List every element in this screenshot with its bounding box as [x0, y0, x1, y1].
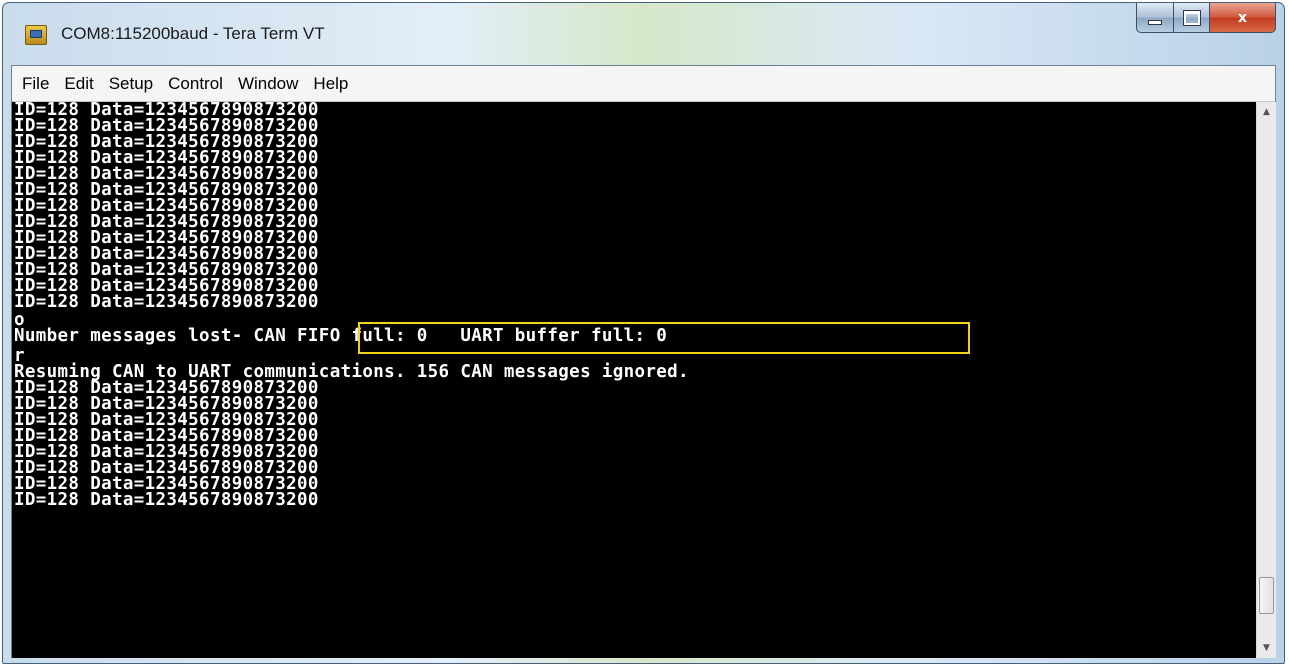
tera-term-icon[interactable] [25, 25, 47, 45]
terminal-output[interactable]: ID=128 Data=1234567890873200 ID=128 Data… [12, 102, 1256, 658]
close-icon: x [1237, 9, 1248, 26]
title-bar[interactable]: COM8:115200baud - Tera Term VT x [3, 3, 1284, 65]
scroll-up-icon[interactable]: ▲ [1257, 102, 1276, 122]
menu-edit[interactable]: Edit [64, 74, 93, 94]
scrollbar-thumb[interactable] [1259, 577, 1274, 614]
tera-term-window: COM8:115200baud - Tera Term VT x File Ed… [2, 2, 1285, 664]
close-button[interactable]: x [1210, 3, 1276, 33]
client-area: File Edit Setup Control Window Help ID=1… [11, 65, 1276, 658]
maximize-button[interactable] [1174, 3, 1210, 33]
scroll-down-icon[interactable]: ▼ [1257, 638, 1276, 658]
menu-file[interactable]: File [22, 74, 49, 94]
menu-bar: File Edit Setup Control Window Help [12, 66, 1275, 102]
minimize-button[interactable] [1136, 3, 1174, 33]
menu-setup[interactable]: Setup [109, 74, 153, 94]
maximize-icon [1183, 10, 1200, 25]
menu-help[interactable]: Help [313, 74, 348, 94]
terminal-line: ID=128 Data=1234567890873200 [14, 490, 319, 510]
vertical-scrollbar[interactable]: ▲ ▼ [1256, 102, 1276, 658]
highlight-box [358, 322, 970, 354]
menu-control[interactable]: Control [168, 74, 223, 94]
menu-window[interactable]: Window [238, 74, 298, 94]
minimize-icon [1148, 20, 1162, 25]
caption-buttons: x [1136, 3, 1276, 37]
terminal-line: ID=128 Data=1234567890873200 [14, 292, 319, 312]
window-title: COM8:115200baud - Tera Term VT [61, 24, 325, 43]
